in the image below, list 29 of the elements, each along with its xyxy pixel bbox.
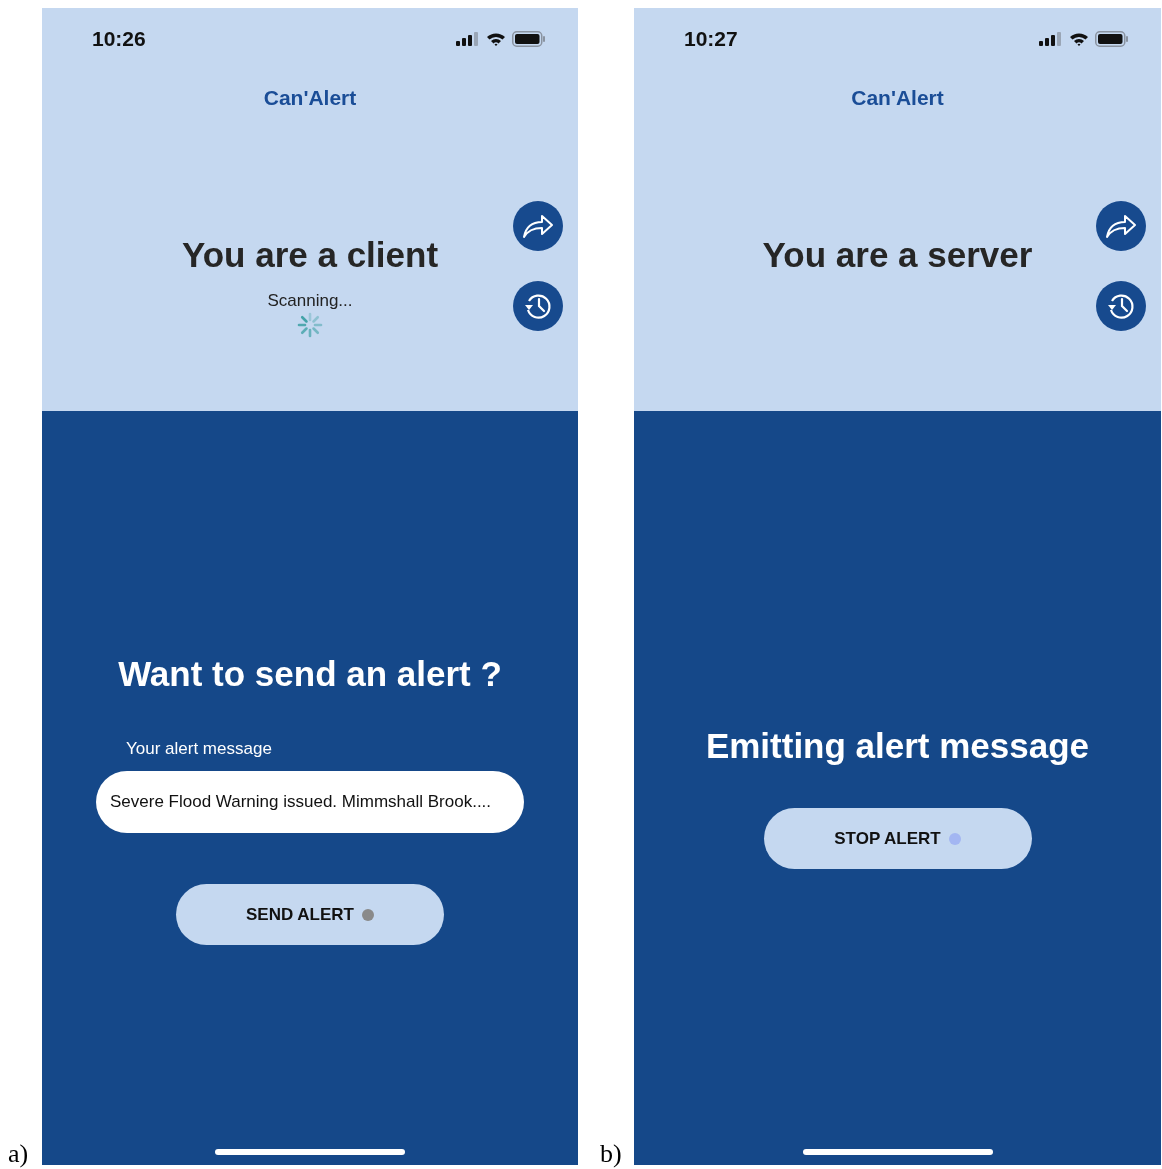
history-button[interactable]	[1096, 281, 1146, 331]
stop-alert-button[interactable]: STOP ALERT	[763, 808, 1032, 869]
app-title: Can'Alert	[262, 86, 358, 110]
section-heading: Emitting alert message	[705, 726, 1090, 766]
role-title: You are a server	[762, 235, 1033, 275]
field-label: Your alert message	[126, 739, 272, 759]
role-title: You are a client	[181, 235, 439, 275]
history-icon	[1106, 291, 1136, 321]
share-button[interactable]	[1096, 201, 1146, 251]
battery-icon	[512, 31, 546, 47]
share-icon	[522, 213, 554, 239]
message-field[interactable]: Severe Flood Warning issued. Mimmshall Brook....	[96, 771, 524, 833]
section-heading: Want to send an alert ?	[118, 654, 502, 694]
status-time: 10:27	[684, 27, 738, 51]
wifi-icon	[1069, 32, 1089, 46]
share-button[interactable]	[513, 201, 563, 251]
signal-icon	[456, 32, 480, 46]
history-button[interactable]	[513, 281, 563, 331]
app-title: Can'Alert	[850, 86, 945, 110]
signal-icon	[1039, 32, 1063, 46]
share-icon	[1105, 213, 1137, 239]
battery-icon	[1095, 31, 1129, 47]
status-text: Scanning...	[267, 291, 353, 311]
figure-label: b)	[600, 1139, 623, 1169]
status-time: 10:26	[92, 27, 146, 51]
send-alert-button[interactable]: SEND ALERT	[176, 884, 444, 945]
figure-label: a)	[8, 1139, 30, 1169]
history-icon	[523, 291, 553, 321]
wifi-icon	[486, 32, 506, 46]
